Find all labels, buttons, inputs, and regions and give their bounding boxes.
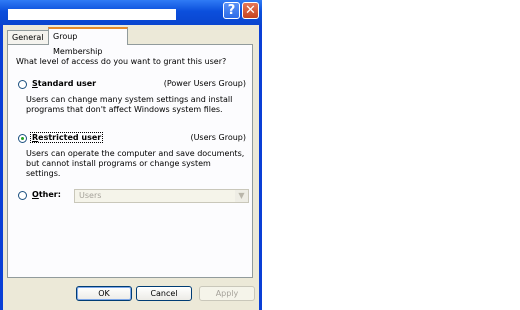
standard-user-description: Users can change many system settings an… xyxy=(26,95,233,114)
ok-button[interactable]: OK xyxy=(76,286,132,301)
power-users-group-label: (Power Users Group) xyxy=(163,79,246,88)
restricted-user-label[interactable]: Restricted user xyxy=(29,132,104,143)
user-properties-window: ? ✕ General Group Membership What level … xyxy=(0,0,262,310)
other-group-select[interactable]: Users ▼ xyxy=(74,189,249,203)
other-radio[interactable] xyxy=(18,191,27,200)
other-group-value: Users xyxy=(79,191,102,200)
dialog-client-area: General Group Membership What level of a… xyxy=(3,25,259,310)
cancel-button[interactable]: Cancel xyxy=(136,286,192,301)
tab-group-membership[interactable]: Group Membership xyxy=(48,27,128,56)
tab-general[interactable]: General xyxy=(7,30,49,45)
standard-user-label[interactable]: Standard user xyxy=(32,79,96,88)
title-bar[interactable]: ? ✕ xyxy=(0,0,262,25)
help-button[interactable]: ? xyxy=(223,2,240,19)
access-question: What level of access do you want to gran… xyxy=(16,57,227,66)
close-icon: ✕ xyxy=(245,3,256,18)
tab-panel: What level of access do you want to gran… xyxy=(7,44,253,278)
redacted-title xyxy=(8,9,176,20)
users-group-label: (Users Group) xyxy=(190,133,246,142)
apply-button[interactable]: Apply xyxy=(199,286,255,301)
standard-user-radio[interactable] xyxy=(18,80,27,89)
close-button[interactable]: ✕ xyxy=(242,2,259,19)
other-label[interactable]: Other: xyxy=(32,190,61,199)
help-icon: ? xyxy=(227,3,236,18)
restricted-user-radio[interactable] xyxy=(18,134,27,143)
chevron-down-icon[interactable]: ▼ xyxy=(235,190,248,202)
restricted-user-description: Users can operate the computer and save … xyxy=(26,149,245,178)
